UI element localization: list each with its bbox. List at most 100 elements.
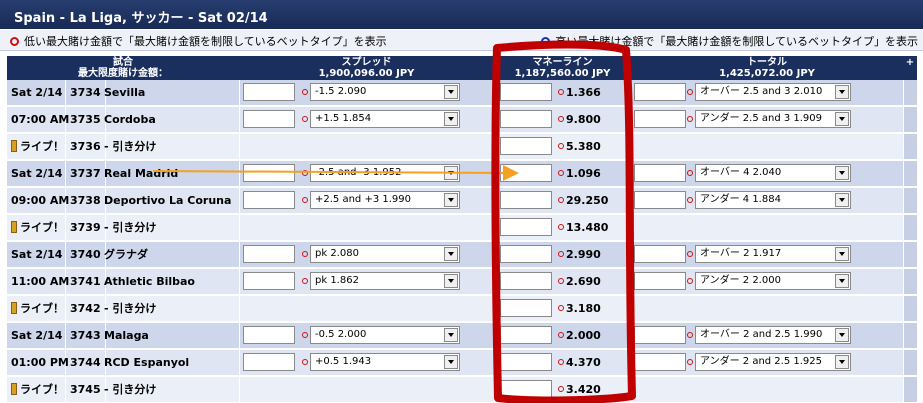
total-select[interactable]: オーバー 2 1.917 bbox=[695, 245, 851, 263]
moneyline-odds[interactable]: 3.420 bbox=[566, 377, 601, 402]
moneyline-odds[interactable]: 3.180 bbox=[566, 296, 601, 321]
spread-stake-input[interactable] bbox=[243, 353, 295, 371]
column-divider bbox=[239, 107, 240, 132]
spread-stake-input[interactable] bbox=[243, 326, 295, 344]
chevron-down-icon[interactable] bbox=[835, 328, 849, 342]
chevron-down-icon[interactable] bbox=[444, 274, 458, 288]
total-stake-input[interactable] bbox=[634, 353, 686, 371]
moneyline-stake-input[interactable] bbox=[500, 110, 552, 128]
total-stake-input[interactable] bbox=[634, 272, 686, 290]
moneyline-stake-input[interactable] bbox=[500, 326, 552, 344]
moneyline-odds[interactable]: 2.000 bbox=[566, 323, 601, 348]
table-row: ライブ！ 3736- 引き分け 5.380 bbox=[7, 134, 917, 160]
total-select[interactable]: アンダー 2 2.000 bbox=[695, 272, 851, 290]
total-select[interactable]: アンダー 4 1.884 bbox=[695, 191, 851, 209]
column-divider bbox=[239, 161, 240, 186]
spread-select[interactable]: -1.5 2.090 bbox=[310, 83, 460, 101]
red-circle-icon bbox=[10, 36, 19, 46]
moneyline-stake-input[interactable] bbox=[500, 245, 552, 263]
chevron-down-icon[interactable] bbox=[444, 112, 458, 126]
column-divider bbox=[65, 215, 66, 240]
chevron-down-icon[interactable] bbox=[444, 85, 458, 99]
red-circle-icon bbox=[558, 386, 564, 392]
moneyline-stake-input[interactable] bbox=[500, 191, 552, 209]
spread-select[interactable]: pk 1.862 bbox=[310, 272, 460, 290]
chevron-down-icon[interactable] bbox=[835, 274, 849, 288]
moneyline-stake-input[interactable] bbox=[500, 272, 552, 290]
column-divider bbox=[239, 242, 240, 267]
moneyline-stake-input[interactable] bbox=[500, 353, 552, 371]
spread-stake-input[interactable] bbox=[243, 245, 295, 263]
total-stake-input[interactable] bbox=[634, 245, 686, 263]
moneyline-stake-input[interactable] bbox=[500, 164, 552, 182]
spread-select[interactable]: pk 2.080 bbox=[310, 245, 460, 263]
moneyline-odds[interactable]: 29.250 bbox=[566, 188, 608, 213]
moneyline-stake-input[interactable] bbox=[500, 218, 552, 236]
column-divider bbox=[65, 161, 66, 186]
spread-stake-input[interactable] bbox=[243, 110, 295, 128]
column-divider bbox=[631, 215, 632, 240]
total-stake-input[interactable] bbox=[634, 83, 686, 101]
chevron-down-icon[interactable] bbox=[444, 193, 458, 207]
spread-select[interactable]: +2.5 and +3 1.990 bbox=[310, 191, 460, 209]
moneyline-max-bet: 1,187,560.00 JPY bbox=[514, 68, 611, 79]
chevron-down-icon[interactable] bbox=[835, 355, 849, 369]
spread-select[interactable]: -0.5 2.000 bbox=[310, 326, 460, 344]
red-circle-icon bbox=[558, 116, 564, 122]
column-divider bbox=[494, 377, 495, 402]
row-side-cell bbox=[904, 188, 917, 213]
chevron-down-icon[interactable] bbox=[835, 112, 849, 126]
chevron-down-icon[interactable] bbox=[835, 247, 849, 261]
moneyline-stake-input[interactable] bbox=[500, 83, 552, 101]
total-stake-input[interactable] bbox=[634, 326, 686, 344]
moneyline-stake-input[interactable] bbox=[500, 380, 552, 398]
red-circle-icon bbox=[558, 89, 564, 95]
moneyline-odds[interactable]: 2.690 bbox=[566, 269, 601, 294]
spread-select[interactable]: +0.5 1.943 bbox=[310, 353, 460, 371]
moneyline-stake-input[interactable] bbox=[500, 299, 552, 317]
team-name: RCD Espanyol bbox=[104, 356, 190, 369]
row-side-cell bbox=[904, 107, 917, 132]
total-select[interactable]: オーバー 4 2.040 bbox=[695, 164, 851, 182]
chevron-down-icon[interactable] bbox=[444, 355, 458, 369]
chevron-down-icon[interactable] bbox=[835, 193, 849, 207]
spread-select[interactable]: -2.5 and -3 1.952 bbox=[310, 164, 460, 182]
column-divider bbox=[631, 188, 632, 213]
total-stake-input[interactable] bbox=[634, 191, 686, 209]
spread-stake-input[interactable] bbox=[243, 83, 295, 101]
live-indicator-icon bbox=[11, 383, 17, 395]
chevron-down-icon[interactable] bbox=[444, 166, 458, 180]
moneyline-odds[interactable]: 4.370 bbox=[566, 350, 601, 375]
moneyline-stake-input[interactable] bbox=[500, 137, 552, 155]
plus-icon: + bbox=[905, 57, 915, 68]
expand-button[interactable]: + bbox=[903, 57, 917, 68]
total-select[interactable]: オーバー 2 and 2.5 1.990 bbox=[695, 326, 851, 344]
total-stake-input[interactable] bbox=[634, 164, 686, 182]
chevron-down-icon[interactable] bbox=[835, 166, 849, 180]
team-name: Deportivo La Coruna bbox=[104, 194, 232, 207]
moneyline-odds[interactable]: 13.480 bbox=[566, 215, 608, 240]
moneyline-odds[interactable]: 5.380 bbox=[566, 134, 601, 159]
spread-stake-input[interactable] bbox=[243, 272, 295, 290]
red-circle-icon bbox=[687, 116, 693, 122]
moneyline-odds[interactable]: 9.800 bbox=[566, 107, 601, 132]
spread-select[interactable]: +1.5 1.854 bbox=[310, 110, 460, 128]
match-column-header: 試合 最大限度賭け金額： bbox=[7, 57, 239, 79]
spread-stake-input[interactable] bbox=[243, 191, 295, 209]
match-time: 07:00 AM bbox=[11, 113, 70, 126]
low-max-bet-option[interactable]: 低い最大賭け金額で「最大賭け金額を制限しているベットタイプ」を表示 bbox=[10, 33, 387, 49]
team-name: - 引き分け bbox=[104, 140, 157, 153]
chevron-down-icon[interactable] bbox=[444, 328, 458, 342]
total-select[interactable]: オーバー 2.5 and 3 2.010 bbox=[695, 83, 851, 101]
chevron-down-icon[interactable] bbox=[835, 85, 849, 99]
max-bet-header-label: 最大限度賭け金額： bbox=[78, 68, 168, 79]
total-select[interactable]: アンダー 2 and 2.5 1.925 bbox=[695, 353, 851, 371]
moneyline-odds[interactable]: 1.366 bbox=[566, 80, 601, 105]
moneyline-odds[interactable]: 2.990 bbox=[566, 242, 601, 267]
high-max-bet-option[interactable]: 高い最大賭け金額で「最大賭け金額を制限しているベットタイプ」を表示 bbox=[541, 33, 918, 49]
moneyline-odds[interactable]: 1.096 bbox=[566, 161, 601, 186]
spread-stake-input[interactable] bbox=[243, 164, 295, 182]
chevron-down-icon[interactable] bbox=[444, 247, 458, 261]
total-select[interactable]: アンダー 2.5 and 3 1.909 bbox=[695, 110, 851, 128]
total-stake-input[interactable] bbox=[634, 110, 686, 128]
